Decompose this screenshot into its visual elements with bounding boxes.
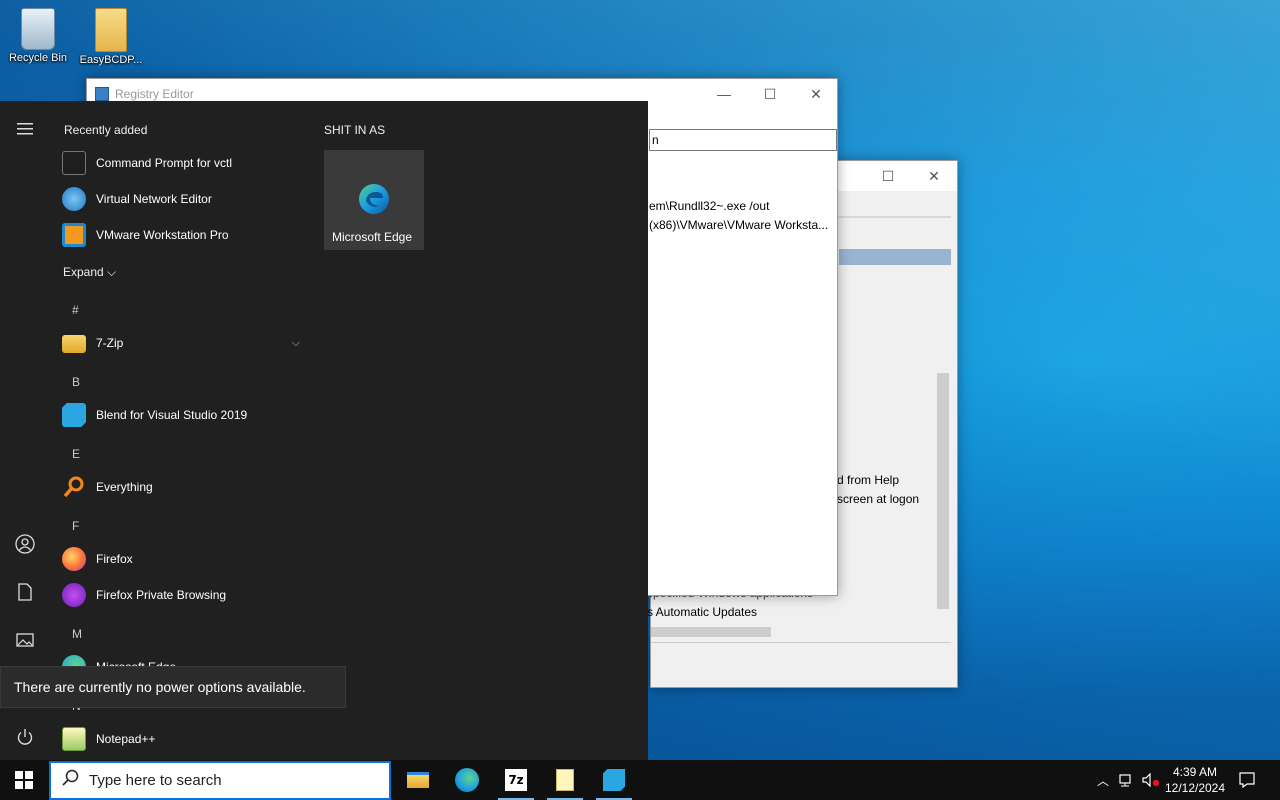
notepad-icon — [556, 769, 574, 791]
network-icon[interactable] — [1116, 760, 1138, 800]
app-item-virtual-network-editor[interactable]: Virtual Network Editor — [62, 182, 308, 216]
start-menu: Recently added Command Prompt for vctl V… — [0, 101, 648, 760]
user-icon[interactable] — [10, 529, 40, 559]
app-label: 7-Zip — [96, 336, 124, 350]
expand-label: Expand — [63, 265, 104, 279]
scrollbar-thumb[interactable] — [937, 373, 949, 609]
maximize-button[interactable]: ☐ — [747, 79, 793, 109]
app-label: Notepad++ — [96, 732, 156, 746]
desktop-icon-recycle-bin[interactable]: Recycle Bin — [3, 8, 73, 64]
window-title: Registry Editor — [115, 87, 194, 101]
taskbar-notepad[interactable] — [541, 760, 589, 800]
close-button[interactable]: ✕ — [793, 79, 839, 109]
notepadpp-icon — [62, 727, 86, 751]
firefox-private-icon — [62, 583, 86, 607]
notifications-icon[interactable] — [1236, 760, 1258, 800]
volume-muted-icon[interactable] — [1140, 760, 1162, 800]
value-text: s Automatic Updates — [647, 605, 758, 619]
start-rail — [0, 101, 50, 760]
power-icon[interactable] — [10, 722, 40, 752]
search-icon — [51, 769, 89, 792]
chevron-up-icon[interactable]: ︿ — [1094, 760, 1112, 800]
search-input[interactable] — [89, 772, 369, 789]
app-list: Recently added Command Prompt for vctl V… — [50, 101, 308, 760]
desktop-icon-label: EasyBCDP... — [79, 54, 143, 66]
recently-added-header: Recently added — [64, 123, 148, 137]
app-label: Virtual Network Editor — [96, 192, 212, 206]
chevron-down-icon: ⌵ — [107, 265, 117, 279]
app-item-notepadpp[interactable]: Notepad++ — [62, 722, 308, 756]
document-icon[interactable] — [10, 577, 40, 607]
app-item-firefox-private[interactable]: Firefox Private Browsing — [62, 578, 308, 612]
terminal-icon — [62, 151, 86, 175]
selected-row[interactable] — [839, 249, 951, 265]
power-options-tooltip: There are currently no power options ava… — [0, 666, 346, 708]
app-item-7zip[interactable]: 7-Zip ⌵ — [62, 326, 308, 360]
status-bar — [651, 642, 951, 684]
close-button[interactable]: ✕ — [911, 161, 957, 191]
tile-microsoft-edge[interactable]: Microsoft Edge — [324, 150, 424, 250]
desktop-icon-easybcd[interactable]: EasyBCDP... — [76, 8, 146, 66]
blend-icon — [603, 769, 625, 791]
app-label: Everything — [96, 480, 153, 494]
chevron-down-icon[interactable]: ⌵ — [292, 337, 300, 350]
magnifier-icon — [62, 475, 86, 499]
folder-icon — [95, 8, 127, 52]
app-label: Blend for Visual Studio 2019 — [96, 408, 248, 422]
app-item-command-prompt[interactable]: Command Prompt for vctl — [62, 146, 308, 180]
group-letter[interactable]: B — [72, 375, 80, 389]
taskbar: 7z ︿ 4:39 AM 12/12/2024 — [0, 760, 1280, 800]
value-text: d from Help — [837, 473, 900, 487]
file-explorer-icon — [407, 772, 429, 788]
desktop-icon-label: Recycle Bin — [8, 52, 68, 64]
value-row[interactable]: (x86)\VMware\VMware Worksta... — [649, 218, 828, 232]
clock-date: 12/12/2024 — [1164, 781, 1226, 795]
group-letter[interactable]: M — [72, 627, 82, 641]
start-button[interactable] — [0, 760, 48, 800]
7zip-icon: 7z — [505, 769, 527, 791]
windows-logo-icon — [15, 771, 33, 789]
value-row[interactable]: em\Rundll32~.exe /out — [649, 199, 769, 213]
scrollbar-thumb[interactable] — [651, 627, 771, 637]
folder-icon — [62, 335, 86, 353]
tile-group-title[interactable]: SHIT IN AS — [324, 123, 385, 137]
group-letter[interactable]: # — [72, 303, 79, 317]
app-item-vmware-workstation[interactable]: VMware Workstation Pro — [62, 218, 308, 252]
group-letter[interactable]: F — [72, 519, 79, 533]
value-text: screen at logon — [837, 492, 920, 506]
hamburger-icon[interactable] — [10, 114, 40, 144]
app-label: VMware Workstation Pro — [96, 228, 229, 242]
taskbar-file-explorer[interactable] — [394, 760, 442, 800]
app-label: Firefox Private Browsing — [96, 588, 227, 602]
edge-icon — [359, 184, 389, 214]
address-bar[interactable]: n — [649, 129, 837, 151]
app-item-everything[interactable]: Everything — [62, 470, 308, 504]
registry-icon — [95, 87, 109, 101]
firefox-icon — [62, 547, 86, 571]
app-item-blend[interactable]: Blend for Visual Studio 2019 — [62, 398, 308, 432]
clock-time: 4:39 AM — [1172, 765, 1218, 779]
taskbar-7zip[interactable]: 7z — [492, 760, 540, 800]
taskbar-edge[interactable] — [443, 760, 491, 800]
taskbar-search-box[interactable] — [49, 761, 391, 800]
minimize-button[interactable]: — — [701, 79, 747, 109]
expand-button[interactable]: Expand ⌵ — [63, 265, 116, 280]
blend-icon — [62, 403, 86, 427]
app-item-firefox[interactable]: Firefox — [62, 542, 308, 576]
app-label: Firefox — [96, 552, 133, 566]
globe-icon — [62, 187, 86, 211]
app-label: Command Prompt for vctl — [96, 156, 233, 170]
pictures-icon[interactable] — [10, 625, 40, 655]
recycle-bin-icon — [21, 8, 55, 50]
taskbar-clock[interactable]: 4:39 AM 12/12/2024 — [1160, 764, 1230, 796]
tile-label: Microsoft Edge — [332, 230, 413, 244]
taskbar-blend[interactable] — [590, 760, 638, 800]
group-letter[interactable]: E — [72, 447, 80, 461]
maximize-button[interactable]: ☐ — [865, 161, 911, 191]
vmware-icon — [62, 223, 86, 247]
edge-icon — [455, 768, 479, 792]
